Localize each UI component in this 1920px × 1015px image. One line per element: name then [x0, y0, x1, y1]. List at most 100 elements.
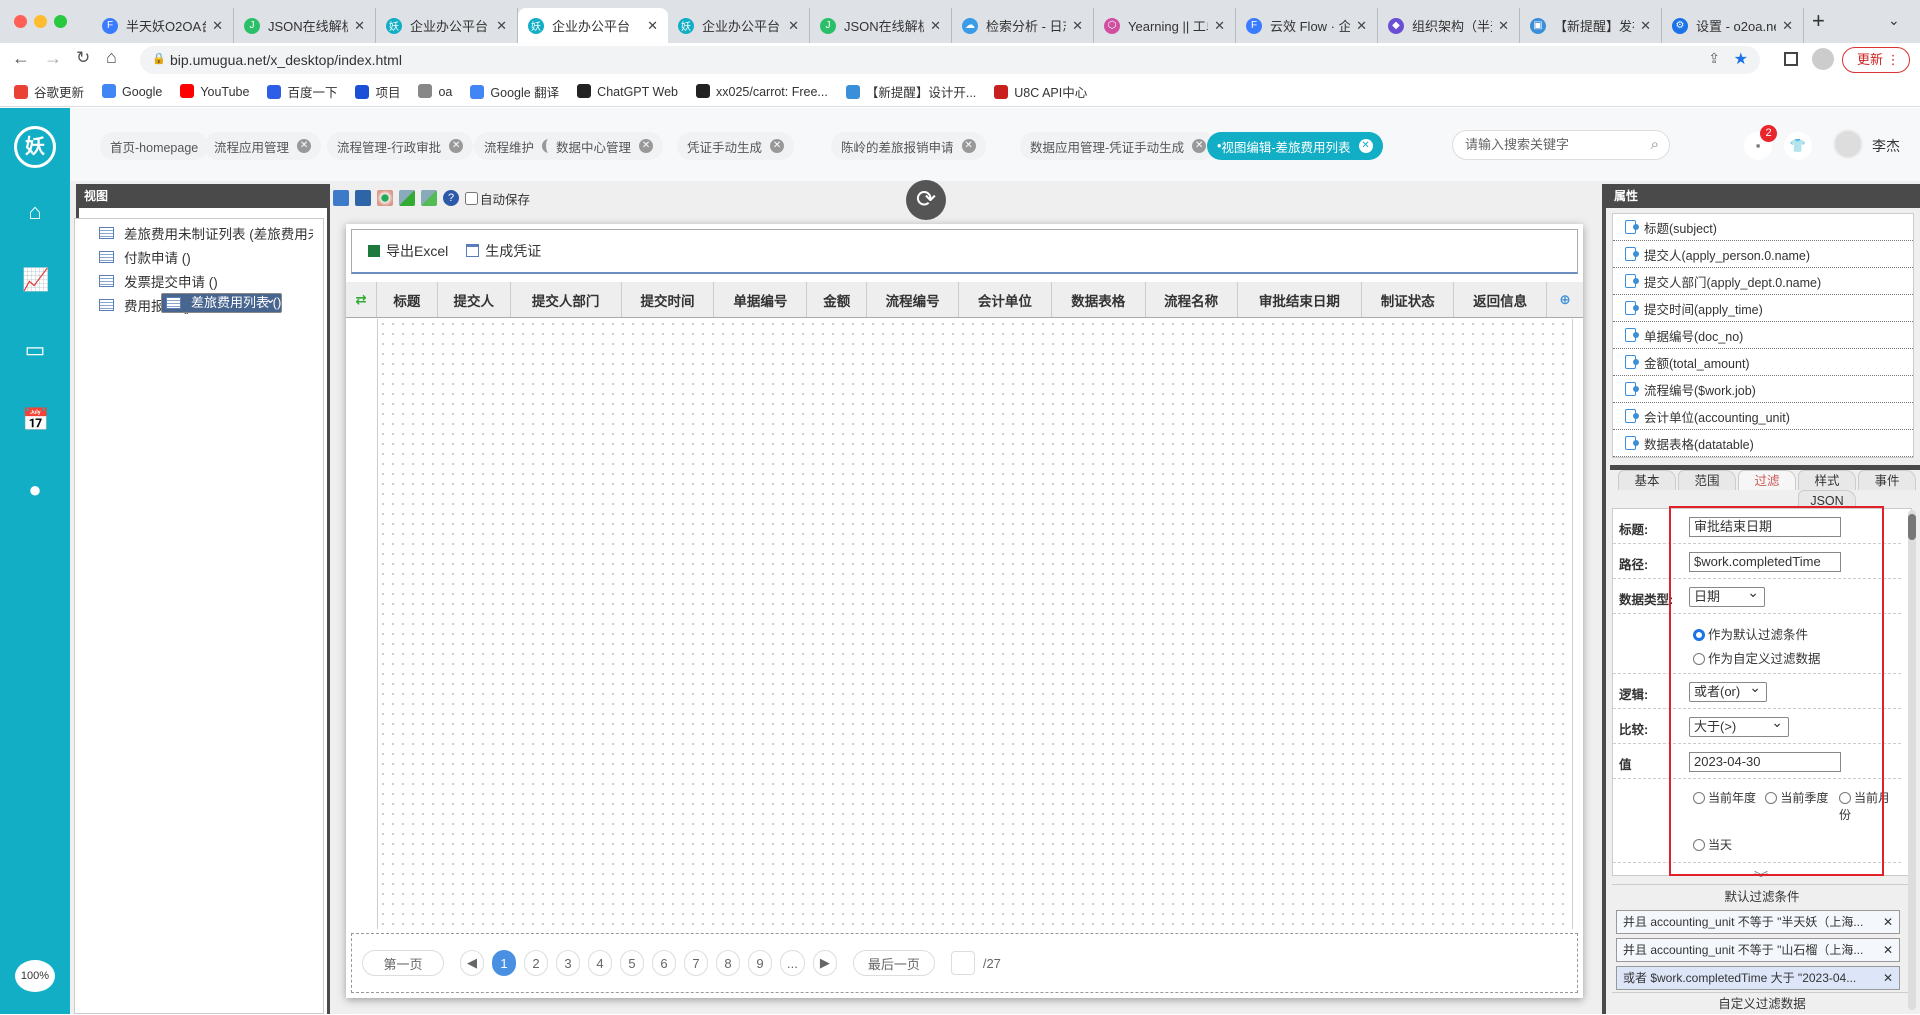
nav-tab-close-icon[interactable]: ✕ [297, 139, 312, 153]
search-icon[interactable]: ⌕ [1651, 131, 1659, 159]
column-header[interactable]: 提交人 [438, 282, 511, 317]
view-tree-item[interactable]: 付款申请 () [85, 245, 313, 269]
property-tab[interactable]: 基本 [1618, 470, 1676, 490]
autosave-checkbox[interactable]: 自动保存 [465, 189, 530, 208]
tab-close-icon[interactable]: ✕ [354, 18, 365, 34]
column-header[interactable]: 流程名称 [1146, 282, 1238, 317]
user-icon[interactable]: ● [22, 478, 48, 502]
save-icon[interactable] [333, 190, 349, 206]
column-header[interactable]: 提交人部门 [511, 282, 622, 317]
property-tab[interactable]: 样式 [1798, 470, 1856, 490]
page-button[interactable]: 4 [588, 950, 612, 976]
column-header[interactable]: 会计单位 [959, 282, 1052, 317]
reload-icon[interactable]: ↻ [76, 48, 90, 68]
tab-close-icon[interactable]: ✕ [1498, 18, 1509, 34]
tab-search-chevron-icon[interactable]: ⌄ [1888, 12, 1900, 29]
page-button[interactable]: 9 [748, 950, 772, 976]
bookmark-item[interactable]: U8C API中心 [994, 82, 1087, 101]
back-icon[interactable]: ← [12, 48, 30, 69]
nav-tab[interactable]: 凭证手动生成 ✕ [677, 132, 795, 160]
preview-eye-icon[interactable] [377, 190, 393, 206]
column-header[interactable]: 单据编号 [714, 282, 808, 317]
bookmark-item[interactable]: Google [102, 84, 162, 99]
tab-close-icon[interactable]: ✕ [647, 18, 658, 34]
last-page-button[interactable]: 最后一页 [852, 950, 935, 976]
browser-tab[interactable]: J JSON在线解析 ✕ [234, 8, 376, 43]
nav-tab-close-icon[interactable]: ✕ [1358, 139, 1373, 153]
browser-tab[interactable]: ◆ 组织架构（半天 ✕ [1378, 8, 1520, 43]
view-tree-item[interactable]: 差旅费用未制证列表 (差旅费用未制证列表) [85, 221, 313, 245]
refresh-icon[interactable]: ⟳ [906, 180, 946, 220]
browser-tab[interactable]: J JSON在线解析 ✕ [810, 8, 952, 43]
column-header[interactable]: 标题 [377, 282, 438, 317]
browser-tab[interactable]: ▣ 【新提醒】发布 ✕ [1520, 8, 1662, 43]
field-item[interactable]: 提交人部门(apply_dept.0.name) [1613, 268, 1913, 295]
zoom-level[interactable]: 100% [15, 960, 55, 992]
property-tab[interactable]: 过滤 [1738, 470, 1796, 490]
column-header[interactable]: 金额 [807, 282, 868, 317]
refresh-column-icon[interactable]: ⇄ [346, 282, 377, 317]
bookmark-item[interactable]: xx025/carrot: Free... [696, 84, 828, 99]
calendar-icon[interactable]: 📅 [22, 408, 49, 432]
export-excel-button[interactable]: 导出Excel [368, 241, 448, 261]
property-tab[interactable]: 范围 [1678, 470, 1736, 490]
nav-tab-close-icon[interactable]: ✕ [770, 139, 785, 153]
column-header[interactable]: 制证状态 [1362, 282, 1455, 317]
browser-tab[interactable]: 妖企业办公平台 ✕ [668, 8, 810, 43]
column-header[interactable]: 流程编号 [867, 282, 959, 317]
bookmark-item[interactable]: 【新提醒】设计开... [845, 82, 976, 101]
bookmark-item[interactable]: 谷歌更新 [14, 82, 84, 101]
user-name[interactable]: 李杰 [1872, 136, 1900, 156]
home-icon[interactable]: ⌂ [106, 47, 117, 68]
share-icon[interactable]: ⇪ [1708, 50, 1720, 67]
page-jump-input[interactable] [950, 951, 975, 975]
tab-close-icon[interactable]: ✕ [1356, 18, 1367, 34]
bookmark-item[interactable]: Google 翻译 [470, 82, 559, 101]
view-tree-item[interactable]: 差旅费用列表 () [161, 293, 283, 313]
tab-close-icon[interactable]: ✕ [1640, 18, 1651, 34]
filter-condition[interactable]: 并且 accounting_unit 不等于 "半天妖（上海... ✕ [1616, 910, 1900, 934]
page-button[interactable]: 1 [492, 950, 516, 976]
tab-close-icon[interactable]: ✕ [496, 18, 507, 34]
bookmark-item[interactable]: 项目 [355, 82, 400, 101]
tab-close-icon[interactable]: ✕ [930, 18, 941, 34]
page-button[interactable]: ... [780, 950, 805, 976]
browser-tab[interactable]: 妖企业办公平台 ✕ [518, 8, 668, 43]
profile-avatar[interactable] [1812, 48, 1834, 70]
page-button[interactable]: 3 [556, 950, 580, 976]
remove-filter-icon[interactable]: ✕ [1883, 939, 1893, 961]
save-as-icon[interactable] [355, 190, 371, 206]
view-tree-item[interactable]: 发票提交申请 () [85, 269, 313, 293]
page-button[interactable]: 8 [716, 950, 740, 976]
bookmark-item[interactable]: 百度一下 [267, 82, 337, 101]
tab-close-icon[interactable]: ✕ [1782, 18, 1793, 34]
skin-icon[interactable]: 👕 [1784, 132, 1812, 160]
field-item[interactable]: 提交时间(apply_time) [1613, 295, 1913, 322]
inbox-icon[interactable]: ▭ [22, 338, 48, 362]
export-icon[interactable] [399, 190, 415, 206]
nav-tab[interactable]: 数据中心管理 ✕ [546, 132, 664, 160]
column-header[interactable]: 提交时间 [622, 282, 715, 317]
user-avatar[interactable] [1833, 129, 1863, 159]
nav-tab-close-icon[interactable]: ✕ [961, 139, 976, 153]
nav-tab[interactable]: 数据应用管理-凭证手动生成 ✕ [1020, 132, 1217, 160]
page-button[interactable]: 5 [620, 950, 644, 976]
tab-close-icon[interactable]: ✕ [1214, 18, 1225, 34]
import-icon[interactable] [421, 190, 437, 206]
nav-tab-close-icon[interactable]: ✕ [639, 139, 654, 153]
property-tab[interactable]: 事件 [1858, 470, 1916, 490]
nav-tab[interactable]: 流程应用管理 ✕ [204, 132, 322, 160]
close-window-button[interactable] [14, 15, 27, 28]
bookmark-item[interactable]: oa [418, 84, 452, 99]
browser-tab[interactable]: F 半天妖O2OA台 ✕ [92, 8, 234, 43]
field-item[interactable]: 标题(subject) [1613, 214, 1913, 241]
nav-tab[interactable]: 流程管理-行政审批 ✕ [327, 132, 474, 160]
nav-tab-close-icon[interactable]: ✕ [1192, 139, 1207, 153]
column-header[interactable]: 返回信息 [1454, 282, 1548, 317]
form-scrollbar[interactable] [1908, 510, 1916, 1010]
forward-icon[interactable]: → [44, 48, 62, 69]
filter-condition[interactable]: 并且 accounting_unit 不等于 "山石榴（上海... ✕ [1616, 938, 1900, 962]
prev-page-icon[interactable]: ◀ [460, 950, 484, 976]
bookmark-star-icon[interactable]: ★ [1734, 49, 1748, 69]
browser-tab[interactable]: 妖企业办公平台 ✕ [376, 8, 518, 43]
